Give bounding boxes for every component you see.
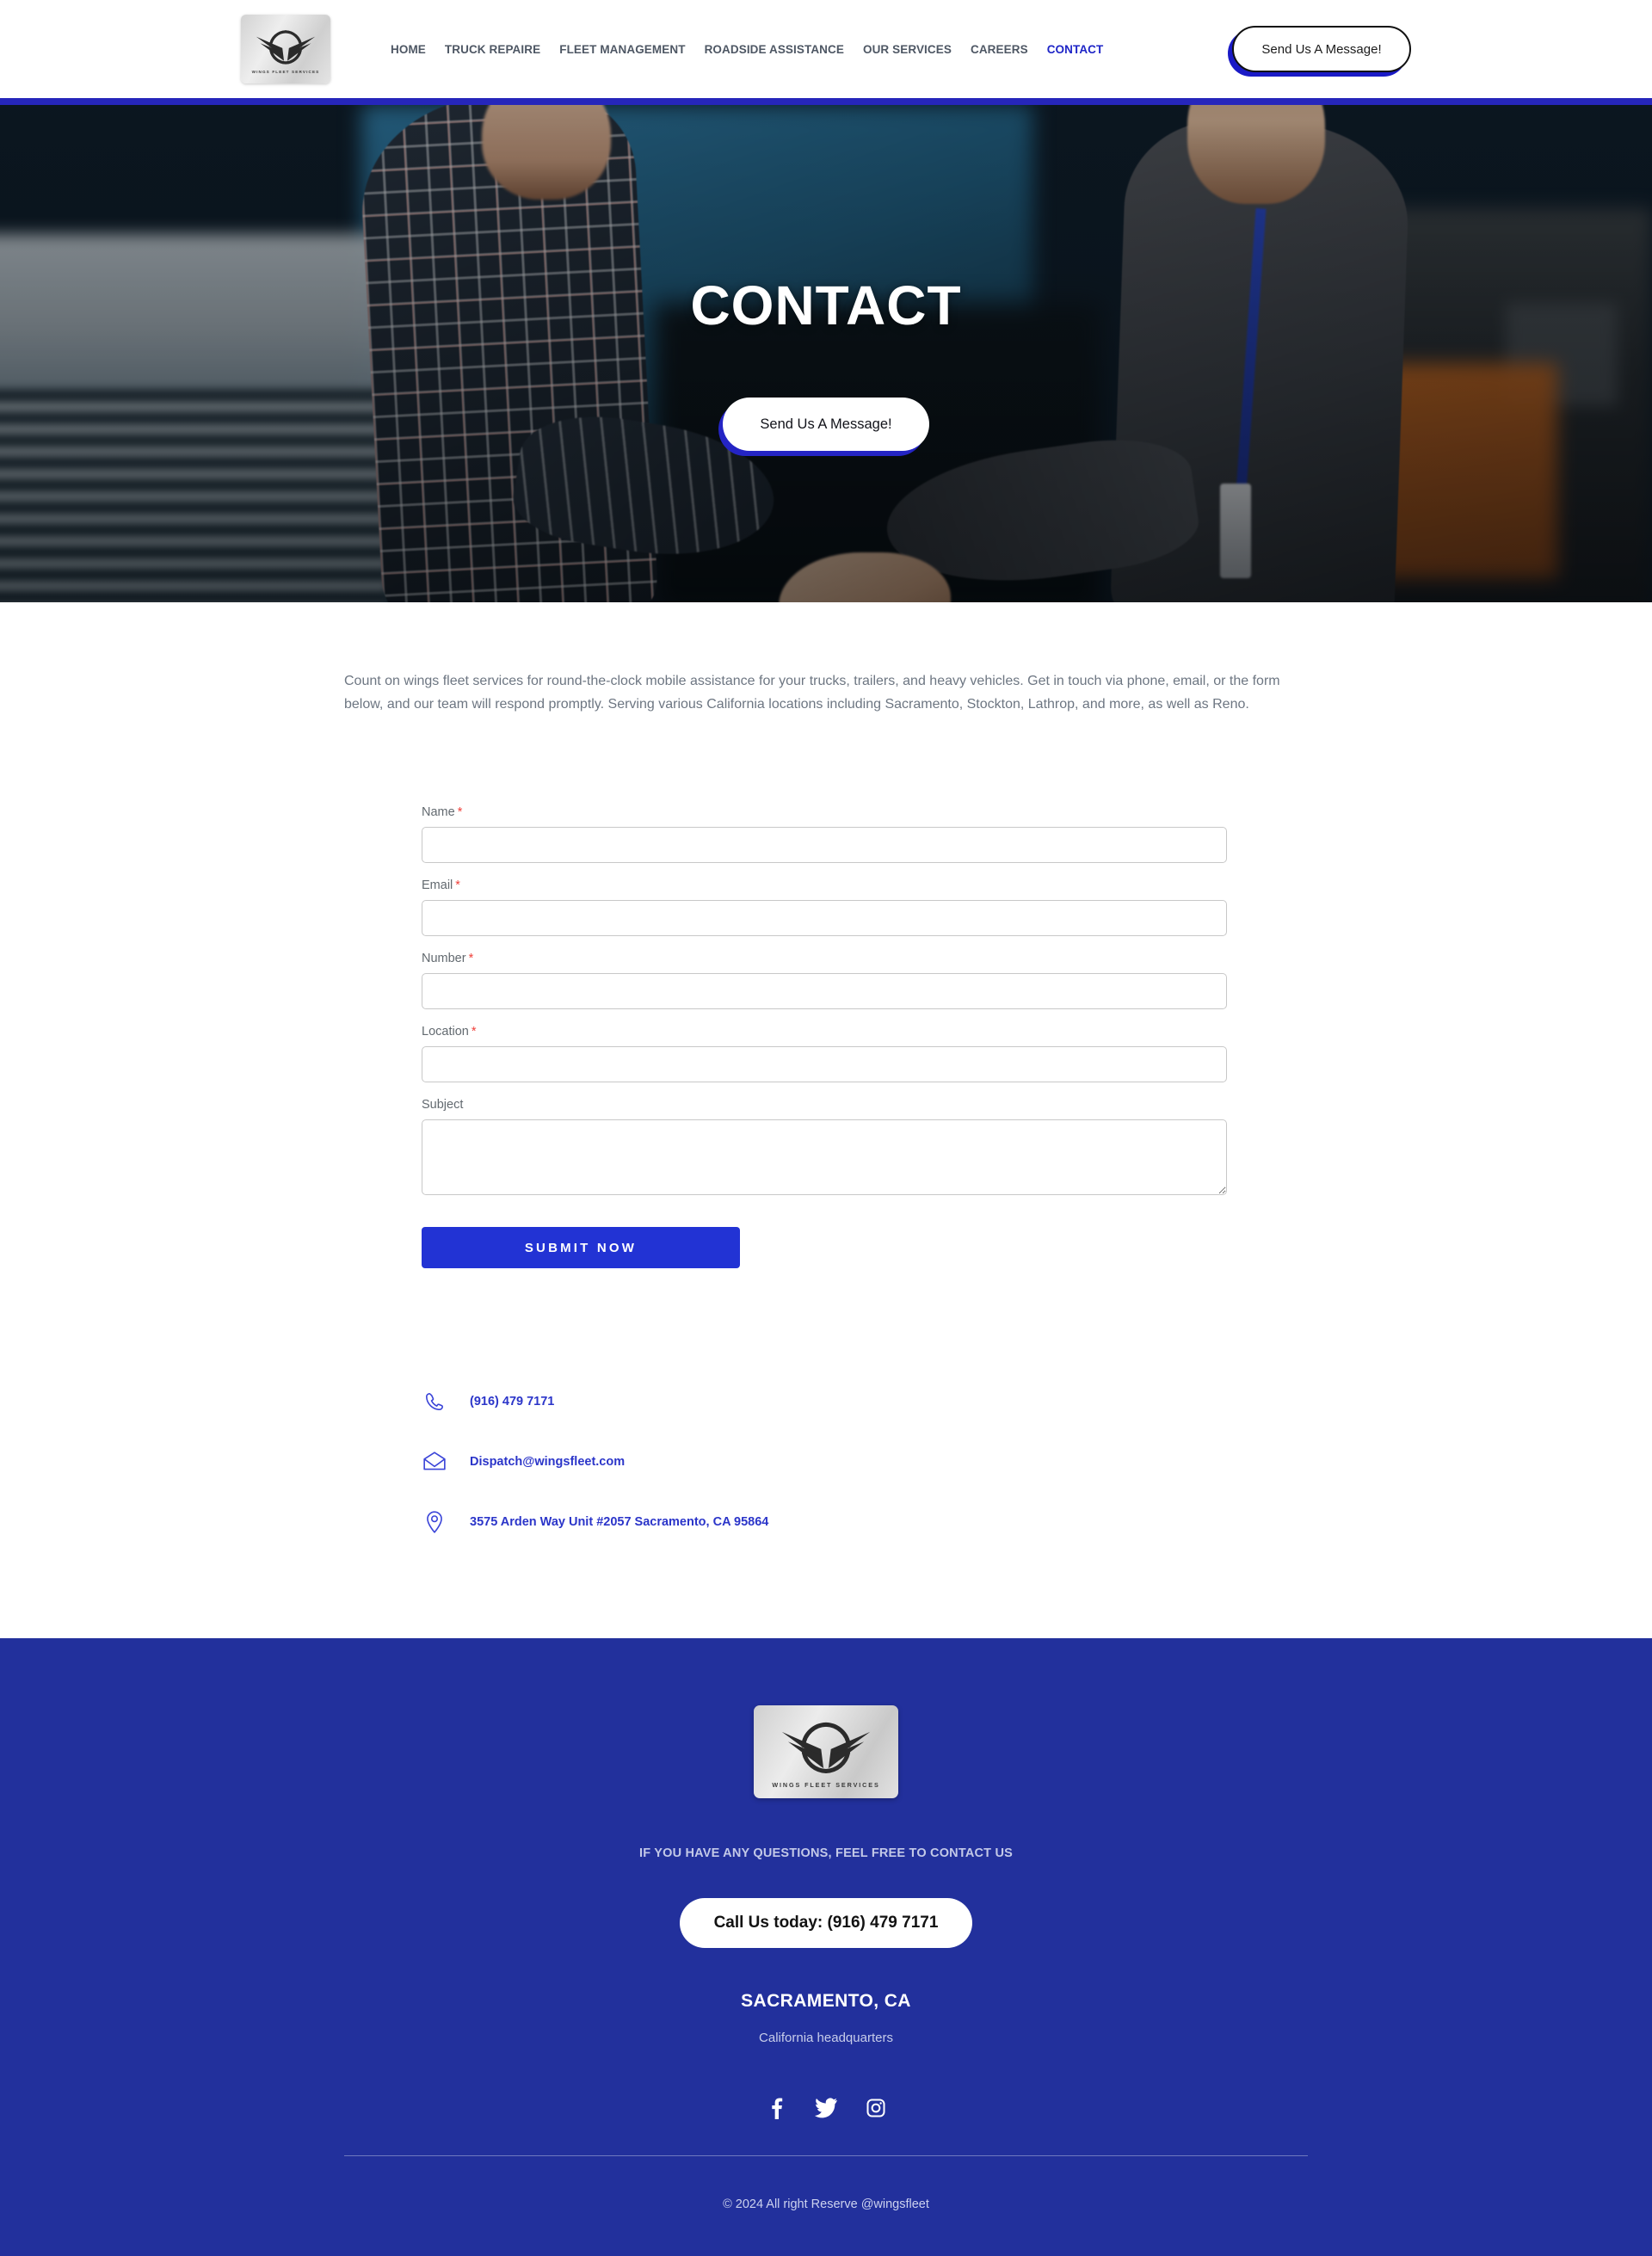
- page-title: CONTACT: [690, 274, 962, 336]
- address-link[interactable]: 3575 Arden Way Unit #2057 Sacramento, CA…: [470, 1515, 768, 1529]
- twitter-icon[interactable]: [813, 2095, 839, 2121]
- number-input[interactable]: [422, 973, 1227, 1009]
- email-icon: [422, 1449, 447, 1475]
- footer-city: SACRAMENTO, CA: [741, 1991, 911, 2011]
- wings-logo-icon: [781, 1722, 871, 1773]
- primary-nav: HOME TRUCK REPAIRE FLEET MANAGEMENT ROAD…: [391, 43, 1103, 56]
- phone-link[interactable]: (916) 479 7171: [470, 1395, 554, 1408]
- field-name: Name *: [422, 805, 1230, 863]
- site-footer: WINGS FLEET SERVICES IF YOU HAVE ANY QUE…: [0, 1638, 1652, 2256]
- footer-tagline: IF YOU HAVE ANY QUESTIONS, FEEL FREE TO …: [638, 1846, 1014, 1860]
- wings-logo-icon: [256, 29, 316, 65]
- submit-button[interactable]: SUBMIT NOW: [422, 1227, 740, 1268]
- nav-item-careers[interactable]: CAREERS: [971, 43, 1028, 56]
- social-links: [0, 2095, 1652, 2121]
- field-email: Email *: [422, 878, 1230, 936]
- nav-item-contact[interactable]: CONTACT: [1047, 43, 1104, 56]
- name-input[interactable]: [422, 827, 1227, 863]
- email-input[interactable]: [422, 900, 1227, 936]
- required-asterisk: *: [455, 878, 460, 892]
- field-location: Location *: [422, 1025, 1230, 1082]
- location-pin-icon: [422, 1509, 447, 1535]
- footer-logo[interactable]: WINGS FLEET SERVICES: [754, 1705, 898, 1798]
- label-email: Email *: [422, 878, 460, 892]
- header-send-message-button[interactable]: Send Us A Message!: [1232, 26, 1411, 72]
- footer-subtitle: California headquarters: [759, 2031, 893, 2045]
- footer-logo-wordmark: WINGS FLEET SERVICES: [772, 1781, 880, 1789]
- instagram-icon[interactable]: [863, 2095, 889, 2121]
- contact-row-email[interactable]: Dispatch@wingsfleet.com: [422, 1449, 1230, 1475]
- contact-row-address[interactable]: 3575 Arden Way Unit #2057 Sacramento, CA…: [422, 1509, 1230, 1535]
- required-asterisk: *: [457, 805, 463, 819]
- header-accent-bar: [0, 98, 1652, 105]
- site-logo[interactable]: WINGS FLEET SERVICES: [241, 15, 330, 83]
- required-asterisk: *: [471, 1025, 477, 1039]
- nav-item-truck-repaire[interactable]: TRUCK REPAIRE: [445, 43, 540, 56]
- location-input[interactable]: [422, 1046, 1227, 1082]
- label-number: Number *: [422, 952, 474, 965]
- site-header: WINGS FLEET SERVICES HOME TRUCK REPAIRE …: [0, 0, 1652, 98]
- nav-item-home[interactable]: HOME: [391, 43, 426, 56]
- label-name: Name *: [422, 805, 463, 819]
- phone-icon: [422, 1389, 447, 1415]
- hero-section: CONTACT Send Us A Message!: [0, 105, 1652, 602]
- field-number: Number *: [422, 952, 1230, 1009]
- intro-paragraph: Count on wings fleet services for round-…: [344, 674, 1280, 712]
- contact-row-phone[interactable]: (916) 479 7171: [422, 1389, 1230, 1415]
- label-location: Location *: [422, 1025, 477, 1039]
- required-asterisk: *: [468, 952, 474, 965]
- nav-item-our-services[interactable]: OUR SERVICES: [863, 43, 952, 56]
- logo-wordmark: WINGS FLEET SERVICES: [251, 69, 320, 74]
- subject-textarea[interactable]: [422, 1119, 1227, 1195]
- copyright-text: © 2024 All right Reserve @wingsfleet: [723, 2197, 929, 2211]
- label-subject: Subject: [422, 1098, 464, 1112]
- contact-details: (916) 479 7171 Dispatch@wingsfleet.com 3…: [422, 1268, 1230, 1638]
- nav-item-fleet-management[interactable]: FLEET MANAGEMENT: [559, 43, 685, 56]
- field-subject: Subject: [422, 1098, 1230, 1199]
- hero-send-message-button[interactable]: Send Us A Message!: [723, 398, 929, 451]
- footer-call-button[interactable]: Call Us today: (916) 479 7171: [680, 1898, 972, 1948]
- email-link[interactable]: Dispatch@wingsfleet.com: [470, 1455, 625, 1469]
- facebook-icon[interactable]: [763, 2095, 789, 2121]
- nav-item-roadside-assistance[interactable]: ROADSIDE ASSISTANCE: [705, 43, 844, 56]
- main-content: Count on wings fleet services for round-…: [0, 616, 1652, 1638]
- contact-form: Name * Email * Number * Location * Subject: [422, 730, 1230, 1268]
